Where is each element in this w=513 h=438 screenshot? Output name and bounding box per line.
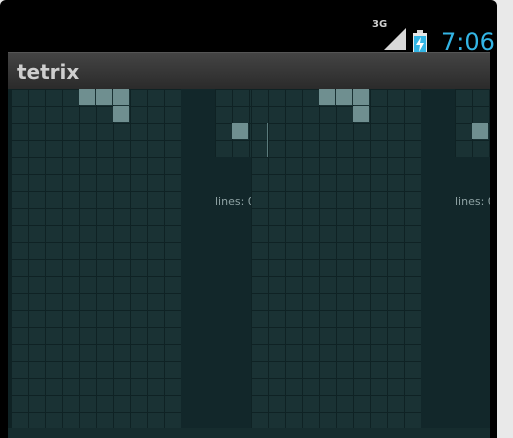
bottom-strip (8, 428, 490, 438)
falling-block (353, 89, 369, 105)
falling-block (353, 106, 369, 122)
lines-counter-2: lines: 0 (455, 195, 490, 208)
falling-block (319, 89, 335, 105)
device-frame: 3G 7:06 tetrix lines: 0 lines: 0 (0, 0, 497, 438)
tetris-board-1[interactable] (11, 89, 181, 428)
action-bar: tetrix (8, 52, 490, 90)
status-bar: 3G 7:06 (8, 10, 495, 56)
battery-charging-icon (413, 30, 427, 54)
falling-block (113, 106, 129, 122)
lines-counter-1: lines: 0 (215, 195, 255, 208)
game-area[interactable]: lines: 0 lines: 0 (8, 89, 490, 438)
app-title: tetrix (17, 60, 80, 84)
falling-block (79, 89, 95, 105)
falling-block (96, 89, 112, 105)
preview-block (472, 123, 488, 139)
signal-icon (384, 28, 406, 50)
falling-block (113, 89, 129, 105)
tetris-board-2[interactable] (251, 89, 421, 428)
preview-block (232, 123, 248, 139)
falling-block (336, 89, 352, 105)
divider-line (267, 123, 268, 157)
